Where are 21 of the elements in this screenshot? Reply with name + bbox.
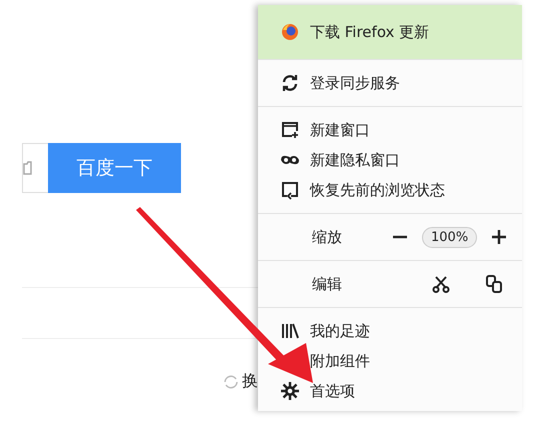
menu-item[interactable]: 新建隐私窗口	[258, 145, 522, 175]
sync-icon	[280, 73, 300, 93]
menu-item[interactable]: 下载 Firefox 更新	[258, 17, 522, 47]
restore-window-icon	[280, 180, 300, 200]
new-window-icon	[280, 120, 300, 140]
zoom-reset-button[interactable]: 100%	[422, 226, 478, 248]
menu-item[interactable]: 首选项	[258, 376, 522, 406]
library-icon	[280, 321, 300, 341]
zoom-in-icon[interactable]	[491, 229, 508, 245]
refresh-link[interactable]: 换	[242, 371, 258, 392]
menu-item[interactable]: 新建窗口	[258, 115, 522, 145]
browser-logo-icon	[280, 22, 300, 42]
settings-icon	[280, 381, 300, 401]
copy-icon[interactable]	[486, 275, 502, 293]
edit-label: 编辑	[312, 274, 342, 294]
menu-item[interactable]: 恢复先前的浏览状态	[258, 175, 522, 205]
zoom-label: 缩放	[312, 228, 342, 246]
menu-item[interactable]: 我的足迹	[258, 316, 522, 346]
menu-item[interactable]: 登录同步服务	[258, 68, 522, 98]
cut-icon[interactable]	[432, 275, 450, 293]
menu-item[interactable]: 附加组件	[258, 346, 522, 376]
